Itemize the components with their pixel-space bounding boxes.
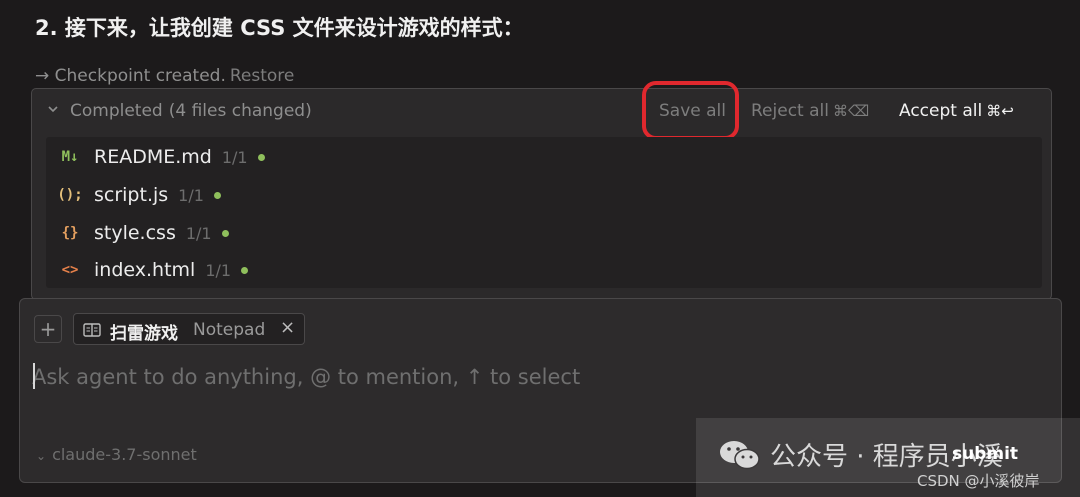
context-tag-title: 扫雷游戏	[110, 324, 178, 344]
accept-all-label: Accept all	[899, 101, 983, 121]
reject-all-button[interactable]: Reject all ⌘⌫	[751, 101, 869, 121]
prompt-input[interactable]	[32, 361, 932, 393]
file-change-count: 1/1	[221, 147, 248, 167]
highlight-annotation	[642, 81, 739, 140]
status-label: Completed	[70, 101, 163, 121]
model-selector[interactable]: ⌄ claude-3.7-sonnet	[36, 445, 197, 464]
model-name: claude-3.7-sonnet	[52, 445, 197, 464]
reject-shortcut: ⌘⌫	[832, 102, 870, 120]
file-change-count: 1/1	[178, 185, 204, 205]
file-change-count: 1/1	[205, 260, 232, 280]
status-dot	[257, 153, 265, 161]
csdn-watermark: CSDN @小溪彼岸	[917, 472, 1040, 490]
accept-shortcut: ⌘↩	[986, 102, 1014, 120]
javascript-icon: ();	[57, 187, 83, 203]
close-icon[interactable]: ×	[280, 317, 295, 338]
status-dot	[241, 266, 249, 274]
changes-panel: Completed (4 files changed) Save all Reje…	[31, 81, 1052, 300]
file-row-index[interactable]: <> index.html 1/1	[46, 251, 1042, 289]
wechat-icon	[720, 441, 760, 470]
file-name: index.html	[94, 259, 196, 281]
chevron-down-icon: ⌄	[36, 449, 47, 463]
message-heading: 2. 接下来，让我创建 CSS 文件来设计游戏的样式：	[35, 16, 524, 40]
file-name: README.md	[94, 146, 212, 168]
file-row-script[interactable]: (); script.js 1/1	[46, 176, 1042, 214]
file-row-style[interactable]: {} style.css 1/1	[46, 214, 1042, 252]
status-dot	[221, 229, 229, 237]
chevron-down-icon[interactable]	[46, 102, 60, 116]
add-context-button[interactable]: +	[34, 315, 62, 343]
submit-button[interactable]: submit	[952, 444, 1018, 464]
changes-status: Completed (4 files changed)	[70, 101, 312, 121]
text-caret	[33, 363, 35, 389]
file-list: M↓ README.md 1/1 (); script.js 1/1 {} st…	[46, 137, 1042, 288]
files-changed-count: (4 files changed)	[168, 101, 312, 121]
reject-all-label: Reject all	[751, 101, 829, 121]
file-change-count: 1/1	[185, 223, 212, 243]
html-icon: <>	[61, 262, 79, 278]
restore-link[interactable]: Restore	[230, 66, 295, 86]
status-dot	[213, 191, 221, 199]
context-tag-type: Notepad	[193, 320, 266, 340]
markdown-icon: M↓	[61, 149, 79, 165]
file-name: style.css	[94, 222, 176, 244]
context-tag-notepad[interactable]: 扫雷游戏 Notepad ×	[73, 313, 305, 345]
checkpoint-text: → Checkpoint created.	[35, 66, 226, 86]
file-name: script.js	[94, 184, 169, 206]
accept-all-button[interactable]: Accept all ⌘↩	[899, 101, 1014, 121]
file-row-readme[interactable]: M↓ README.md 1/1	[46, 138, 1042, 176]
notepad-icon	[83, 323, 101, 337]
checkpoint-line: → Checkpoint created. Restore	[35, 66, 294, 86]
changes-header[interactable]: Completed (4 files changed) Save all Reje…	[32, 81, 1051, 140]
css-icon: {}	[61, 225, 79, 241]
